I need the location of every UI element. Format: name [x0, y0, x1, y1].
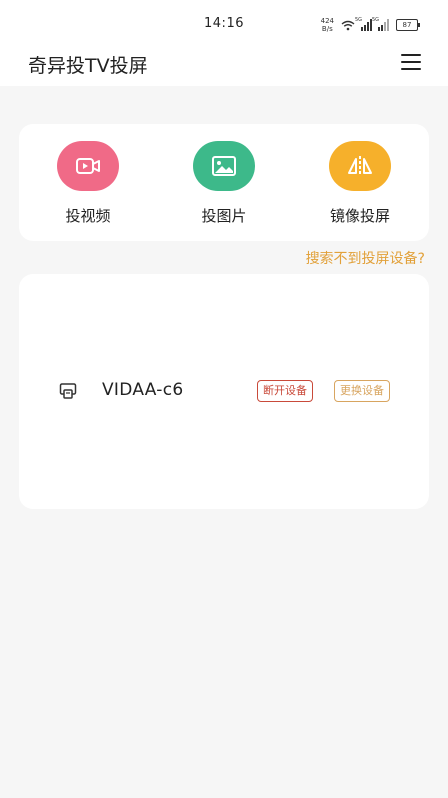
video-camera-icon [57, 141, 119, 191]
cast-actions-card: 投视频 投图片 镜像投屏 [19, 124, 429, 241]
cast-video-label: 投视频 [65, 207, 111, 225]
cast-screen-icon [59, 382, 77, 404]
screen-mirror-button[interactable]: 镜像投屏 [310, 141, 410, 226]
net-speed: 424 B/s [321, 17, 334, 33]
screen-mirror-label: 镜像投屏 [329, 207, 390, 225]
signal-tag-2: 5G [372, 17, 380, 23]
net-speed-unit: B/s [321, 25, 333, 33]
disconnect-device-button[interactable]: 断开设备 [257, 380, 313, 402]
cannot-find-device-link[interactable]: 搜索不到投屏设备? [306, 248, 425, 268]
device-card: VIDAA-c6 断开设备 更换设备 [19, 274, 429, 509]
image-icon [193, 141, 255, 191]
signal-icon-2: 5G [372, 17, 389, 31]
app-bar: 奇异投TV投屏 [0, 44, 448, 86]
signal-tag: 5G [355, 17, 363, 23]
net-speed-value: 424 [320, 17, 334, 25]
cast-video-button[interactable]: 投视频 [38, 141, 138, 226]
change-device-button[interactable]: 更换设备 [334, 380, 390, 402]
device-name: VIDAA-c6 [102, 380, 184, 400]
status-icons: 424 B/s 5G 5G 87 [321, 14, 420, 36]
cast-image-button[interactable]: 投图片 [174, 141, 274, 226]
app-title: 奇异投TV投屏 [28, 55, 148, 77]
battery-icon: 87 [396, 19, 420, 31]
hamburger-menu-icon[interactable] [401, 54, 421, 70]
mirror-icon [329, 141, 391, 191]
status-bar: 14:16 424 B/s 5G 5G 87 [0, 0, 448, 44]
signal-icon: 5G [355, 17, 372, 31]
wifi-icon [341, 20, 355, 30]
cast-image-label: 投图片 [201, 207, 247, 225]
